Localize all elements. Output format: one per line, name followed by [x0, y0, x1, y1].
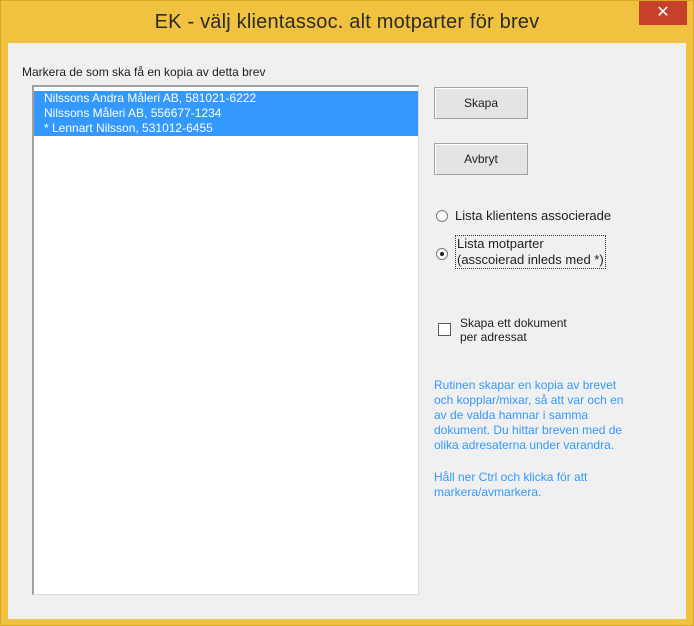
dialog-window: EK - välj klientassoc. alt motparter för…: [0, 0, 694, 626]
info-line: och kopplar/mixar, så att var och en: [434, 393, 624, 407]
list-item[interactable]: Nilssons Måleri AB, 556677-1234: [34, 106, 418, 121]
radio-label: Lista motparter (asscoierad inleds med *…: [455, 235, 606, 269]
list-label: Markera de som ska få en kopia av detta …: [22, 65, 266, 79]
window-title: EK - välj klientassoc. alt motparter för…: [154, 11, 540, 33]
checkbox-label-line2: per adressat: [460, 330, 527, 344]
recipient-listbox[interactable]: Nilssons Andra Måleri AB, 581021-6222 Ni…: [32, 85, 419, 595]
radio-dot-icon: [440, 252, 444, 256]
title-bar[interactable]: EK - välj klientassoc. alt motparter för…: [1, 1, 693, 43]
close-button[interactable]: ✕: [639, 1, 687, 25]
dialog-body: Markera de som ska få en kopia av detta …: [8, 43, 686, 619]
radio-label-line1: Lista motparter: [457, 236, 544, 251]
radio-label: Lista klientens associerade: [455, 208, 612, 223]
radio-label-line2: (asscoierad inleds med *): [457, 252, 604, 267]
info-line: olika adresaterna under varandra.: [434, 438, 615, 452]
radio-button[interactable]: [436, 210, 448, 222]
close-icon: ✕: [656, 4, 670, 21]
info-hint: Håll ner Ctrl och klicka för att markera…: [434, 470, 674, 500]
create-button[interactable]: Skapa: [434, 87, 528, 119]
list-item[interactable]: Nilssons Andra Måleri AB, 581021-6222: [34, 91, 418, 106]
info-text: Rutinen skapar en kopia av brevet och ko…: [434, 378, 674, 453]
info-line: av de valda hamnar i samma: [434, 408, 589, 422]
info-line: Håll ner Ctrl och klicka för att: [434, 470, 588, 484]
checkbox-label-line1: Skapa ett dokument: [460, 316, 567, 330]
cancel-button[interactable]: Avbryt: [434, 143, 528, 175]
checkbox-label: Skapa ett dokument per adressat: [460, 316, 600, 344]
info-line: markera/avmarkera.: [434, 485, 542, 499]
list-item[interactable]: * Lennart Nilsson, 531012-6455: [34, 121, 418, 136]
info-line: dokument. Du hittar breven med de: [434, 423, 623, 437]
radio-button-selected[interactable]: [436, 248, 448, 260]
per-recipient-checkbox[interactable]: [438, 323, 451, 336]
info-line: Rutinen skapar en kopia av brevet: [434, 378, 617, 392]
